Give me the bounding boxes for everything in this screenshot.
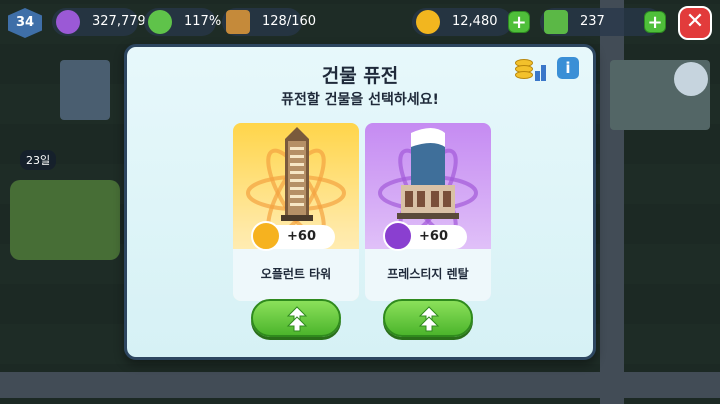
box-icon xyxy=(226,10,250,34)
coin-counter[interactable]: 12,480 xyxy=(412,8,512,36)
storage-value: 128/160 xyxy=(262,14,317,29)
info-button[interactable]: i xyxy=(557,57,579,79)
cash-icon xyxy=(544,10,568,34)
reward-badge: +60 xyxy=(383,221,467,251)
coin-value: 12,480 xyxy=(452,14,498,29)
storage-counter[interactable]: 128/160 xyxy=(222,8,316,36)
close-button[interactable]: ✕ xyxy=(678,6,712,40)
coin-icon xyxy=(416,10,440,34)
tower-building-icon xyxy=(281,127,313,221)
building-name: 프레스티지 렌탈 xyxy=(387,267,469,281)
coin-icon xyxy=(251,221,281,251)
population-counter[interactable]: 327,779 xyxy=(52,8,146,36)
reward-value: +60 xyxy=(419,229,448,244)
population-icon xyxy=(56,10,80,34)
level-badge[interactable]: 34 xyxy=(8,8,42,38)
top-hud: 34 327,779 117% 128/160 12,480 + 237 + xyxy=(0,8,720,38)
building-name: 오플런트 타워 xyxy=(260,267,332,281)
fusion-option-card[interactable]: +60 오플런트 타워 xyxy=(233,123,359,301)
happiness-value: 117% xyxy=(184,14,222,29)
select-building-button[interactable] xyxy=(383,299,473,337)
rental-building-icon xyxy=(397,128,459,219)
double-up-arrow-icon xyxy=(418,306,440,332)
cash-value: 237 xyxy=(580,14,605,29)
add-cash-button[interactable]: + xyxy=(644,11,666,33)
fusion-dialog: 건물 퓨전 퓨전할 건물을 선택하세요! i +60 오플런트 타워 +60 프… xyxy=(124,44,596,360)
add-coins-button[interactable]: + xyxy=(508,11,530,33)
smile-icon xyxy=(148,10,172,34)
select-building-button[interactable] xyxy=(251,299,341,337)
reward-badge: +60 xyxy=(251,221,335,251)
day-label: 23일 xyxy=(20,150,57,170)
prestige-icon xyxy=(383,221,413,251)
population-value: 327,779 xyxy=(92,14,146,29)
double-up-arrow-icon xyxy=(286,306,308,332)
happiness-counter[interactable]: 117% xyxy=(144,8,221,36)
coin-stack-icon[interactable] xyxy=(515,55,546,81)
avatar-icon[interactable] xyxy=(674,62,708,96)
fusion-option-card[interactable]: +60 프레스티지 렌탈 xyxy=(365,123,491,301)
reward-value: +60 xyxy=(287,229,316,244)
dialog-subtitle: 퓨전할 건물을 선택하세요! xyxy=(281,92,439,108)
